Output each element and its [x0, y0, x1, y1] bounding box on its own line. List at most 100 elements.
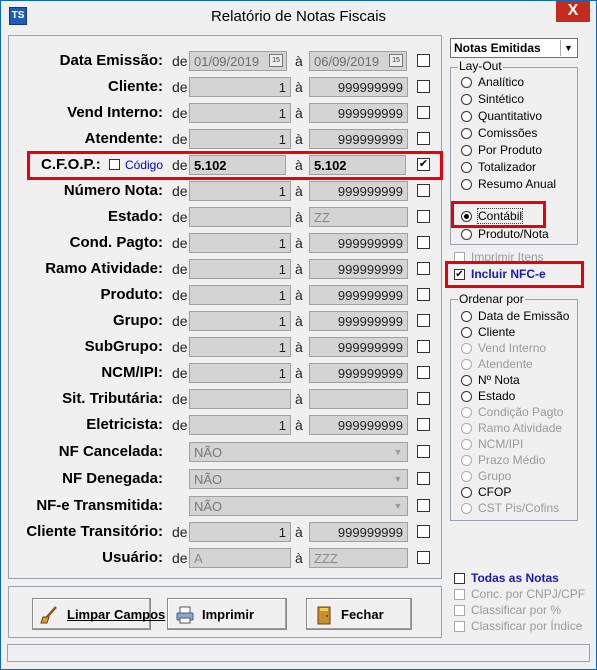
- classificar-pct-label: Classificar por %: [471, 603, 562, 617]
- a-label: à: [295, 261, 303, 277]
- cliente-checkbox[interactable]: [417, 80, 430, 93]
- atendente-checkbox[interactable]: [417, 132, 430, 145]
- data-emissao-checkbox[interactable]: [417, 54, 430, 67]
- cfop-to-field[interactable]: 5.102: [309, 155, 406, 175]
- estado-checkbox[interactable]: [417, 210, 430, 223]
- eletricista-to-field[interactable]: 999999999: [309, 415, 408, 435]
- ordenar-option-label: Prazo Médio: [478, 453, 546, 467]
- sit-tributaria-to-field[interactable]: [309, 389, 408, 409]
- eletricista-checkbox[interactable]: [417, 418, 430, 431]
- usuario-from-field[interactable]: A: [189, 548, 291, 568]
- report-type-select[interactable]: Notas Emitidas ▼: [450, 38, 578, 58]
- nfe-transmitida-select[interactable]: NÃO ▼: [189, 496, 408, 516]
- ncm-ipi-label: NCM/IPI:: [101, 364, 163, 381]
- usuario-checkbox[interactable]: [417, 551, 430, 564]
- estado-from-field[interactable]: [189, 207, 291, 227]
- nf-cancelada-label: NF Cancelada:: [58, 443, 163, 460]
- nf-denegada-checkbox[interactable]: [417, 472, 430, 485]
- subgrupo-to-field[interactable]: 999999999: [309, 337, 408, 357]
- conc-cnpj-label: Conc. por CNPJ/CPF: [471, 587, 586, 601]
- nfe-transmitida-label: NF-e Transmitida:: [36, 497, 163, 514]
- produto-checkbox[interactable]: [417, 288, 430, 301]
- eletricista-from-field[interactable]: 1: [189, 415, 291, 435]
- sit-tributaria-from-field[interactable]: [189, 389, 291, 409]
- radio-icon: [461, 128, 472, 139]
- calendar-icon[interactable]: 15: [389, 54, 403, 67]
- ramo-atividade-checkbox[interactable]: [417, 262, 430, 275]
- data-to-field[interactable]: 06/09/2019 15: [309, 51, 407, 71]
- layout-option-label: Totalizador: [478, 160, 537, 174]
- atendente-to-field[interactable]: 999999999: [309, 129, 408, 149]
- grupo-checkbox[interactable]: [417, 314, 430, 327]
- cliente-from-field[interactable]: 1: [189, 77, 291, 97]
- vend-interno-to-field[interactable]: 999999999: [309, 103, 408, 123]
- cliente-to-field[interactable]: 999999999: [309, 77, 408, 97]
- nf-cancelada-checkbox[interactable]: [417, 445, 430, 458]
- layout-option-label: Por Produto: [478, 143, 543, 157]
- cliente-transitorio-to-field[interactable]: 999999999: [309, 522, 408, 542]
- ramo-atividade-to-field[interactable]: 999999999: [309, 259, 408, 279]
- estado-to-field[interactable]: ZZ: [309, 207, 408, 227]
- subgrupo-from-field[interactable]: 1: [189, 337, 291, 357]
- ordenar-option-label: Estado: [478, 389, 516, 403]
- chevron-down-icon: ▼: [393, 474, 403, 484]
- cfop-from-field[interactable]: 5.102: [189, 155, 286, 175]
- subgrupo-checkbox[interactable]: [417, 340, 430, 353]
- numero-nota-to-field[interactable]: 999999999: [309, 181, 408, 201]
- cond-pagto-to-field[interactable]: 999999999: [309, 233, 408, 253]
- cond-pagto-from-field[interactable]: 1: [189, 233, 291, 253]
- de-label: de: [172, 183, 188, 199]
- grupo-to-field[interactable]: 999999999: [309, 311, 408, 331]
- cliente-transitorio-checkbox[interactable]: [417, 525, 430, 538]
- radio-icon: [461, 375, 472, 386]
- de-label: de: [172, 550, 188, 566]
- ordenar-option-label: CST Pis/Cofins: [478, 501, 560, 515]
- todas-notas-checkbox[interactable]: [454, 573, 465, 584]
- fechar-button[interactable]: Fechar: [306, 598, 412, 630]
- ordenar-option-label: NCM/IPI: [478, 437, 524, 451]
- ncm-ipi-to-field[interactable]: 999999999: [309, 363, 408, 383]
- a-label: à: [295, 417, 303, 433]
- ordenar-option-label: Grupo: [478, 469, 512, 483]
- a-label: à: [295, 105, 303, 121]
- nf-denegada-select[interactable]: NÃO ▼: [189, 469, 408, 489]
- ncm-ipi-from-field[interactable]: 1: [189, 363, 291, 383]
- vend-interno-checkbox[interactable]: [417, 106, 430, 119]
- window-title: Relatório de Notas Fiscais: [210, 8, 387, 25]
- close-button[interactable]: X: [556, 1, 590, 22]
- a-label: à: [295, 339, 303, 355]
- data-from-field[interactable]: 01/09/2019 15: [189, 51, 287, 71]
- grupo-from-field[interactable]: 1: [189, 311, 291, 331]
- classificar-pct-checkbox[interactable]: [454, 605, 465, 616]
- incluir-nfce-checkbox[interactable]: ✔: [454, 269, 465, 280]
- chevron-down-icon: ▼: [560, 40, 576, 56]
- produto-to-field[interactable]: 999999999: [309, 285, 408, 305]
- nf-cancelada-select[interactable]: NÃO ▼: [189, 442, 408, 462]
- sit-tributaria-checkbox[interactable]: [417, 392, 430, 405]
- atendente-from-field[interactable]: 1: [189, 129, 291, 149]
- cfop-codigo-label[interactable]: Código: [125, 158, 163, 172]
- produto-from-field[interactable]: 1: [189, 285, 291, 305]
- numero-nota-checkbox[interactable]: [417, 184, 430, 197]
- classificar-indice-checkbox[interactable]: [454, 621, 465, 632]
- cfop-checkbox[interactable]: ✔: [417, 158, 430, 171]
- ncm-ipi-checkbox[interactable]: [417, 366, 430, 379]
- usuario-to-field[interactable]: ZZZ: [309, 548, 408, 568]
- nfe-transmitida-checkbox[interactable]: [417, 499, 430, 512]
- calendar-icon[interactable]: 15: [269, 54, 283, 67]
- numero-nota-from-field[interactable]: 1: [189, 181, 291, 201]
- radio-icon: [461, 145, 472, 156]
- limpar-campos-button[interactable]: Limpar Campos: [32, 598, 165, 630]
- incluir-nfce-label: Incluir NFC-e: [471, 267, 546, 281]
- cond-pagto-checkbox[interactable]: [417, 236, 430, 249]
- cfop-codigo-checkbox[interactable]: [109, 159, 120, 170]
- conc-cnpj-checkbox[interactable]: [454, 589, 465, 600]
- nfe-transmitida-value: NÃO: [194, 499, 223, 514]
- sit-tributaria-label: Sit. Tributária:: [62, 390, 163, 407]
- cliente-transitorio-from-field[interactable]: 1: [189, 522, 291, 542]
- vend-interno-from-field[interactable]: 1: [189, 103, 291, 123]
- a-label: à: [295, 235, 303, 251]
- imprimir-button[interactable]: Imprimir: [167, 598, 287, 630]
- ramo-atividade-from-field[interactable]: 1: [189, 259, 291, 279]
- radio-icon: [461, 111, 472, 122]
